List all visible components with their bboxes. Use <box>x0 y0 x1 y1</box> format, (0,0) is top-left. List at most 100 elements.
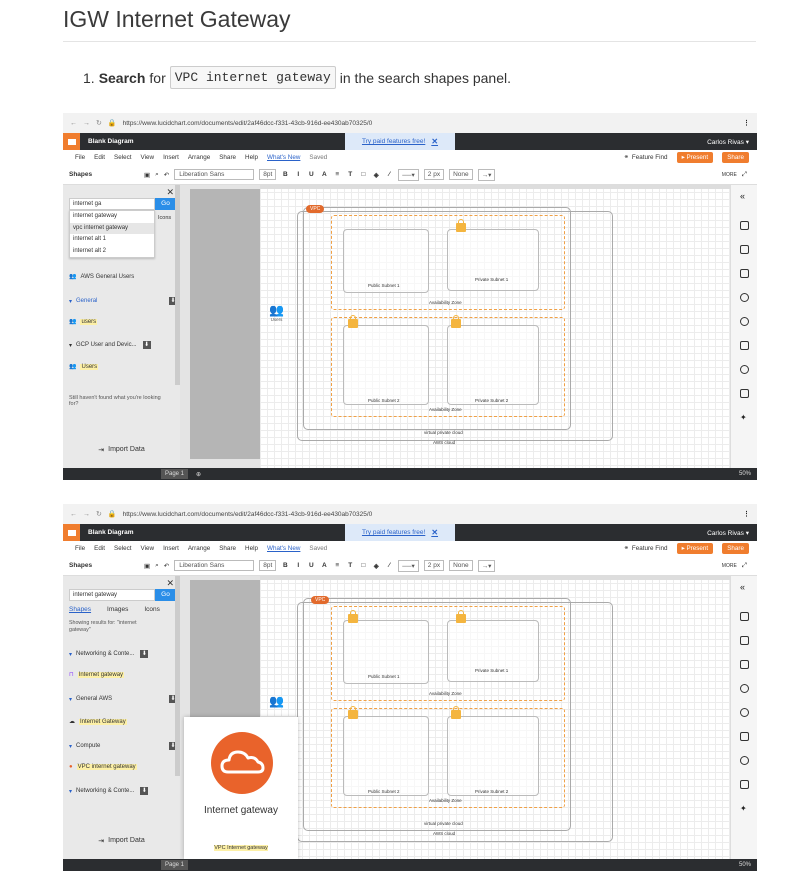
present-button[interactable]: ▸ Present <box>676 152 714 163</box>
line-width-select[interactable]: 2 px <box>423 560 445 571</box>
data-icon[interactable] <box>740 341 749 350</box>
doc-title[interactable]: Blank Diagram <box>88 529 134 536</box>
font-size-select[interactable]: 8pt <box>259 560 277 571</box>
line-style-select[interactable]: ──▾ <box>398 559 419 572</box>
import-data-button[interactable]: ⇥ Import Data <box>63 833 180 848</box>
result-item[interactable]: 👥 AWS General Users <box>69 273 177 281</box>
underline-icon[interactable]: U <box>307 171 315 178</box>
line-width-select[interactable]: 2 px <box>423 169 445 180</box>
comment-icon[interactable] <box>740 245 749 254</box>
search-input[interactable]: internet gateway <box>69 589 155 601</box>
back-icon[interactable]: ← <box>70 120 77 127</box>
menu-help[interactable]: Help <box>245 545 258 552</box>
text-options-icon[interactable]: T <box>346 171 354 178</box>
close-panel-icon[interactable]: ✕ <box>166 187 174 198</box>
menu-view[interactable]: View <box>141 545 155 552</box>
download-icon[interactable]: ⬇ <box>140 650 149 658</box>
doc-title[interactable]: Blank Diagram <box>88 138 134 145</box>
menu-insert[interactable]: Insert <box>163 545 179 552</box>
whats-new-link[interactable]: What's New <box>267 545 300 552</box>
result-item[interactable]: ▾ General ⬇ <box>69 297 177 305</box>
arrow-select[interactable]: →▾ <box>477 168 496 181</box>
private-subnet-2[interactable] <box>447 716 539 796</box>
user-menu[interactable]: Carlos Rivas ▾ <box>707 138 749 146</box>
font-color-icon[interactable]: A <box>320 562 328 569</box>
font-color-icon[interactable]: A <box>320 171 328 178</box>
fill-icon[interactable]: ◈ <box>372 562 380 570</box>
result-item[interactable]: ● VPC internet gateway <box>69 764 177 770</box>
share-button[interactable]: Share <box>722 543 749 554</box>
comment-icon[interactable] <box>740 636 749 645</box>
layers-icon[interactable] <box>740 317 749 326</box>
magic-icon[interactable]: ✦ <box>740 413 749 422</box>
menu-view[interactable]: View <box>141 154 155 161</box>
suggestion-item[interactable]: vpc internet gateway <box>70 222 154 234</box>
reload-icon[interactable]: ↻ <box>96 510 102 518</box>
icons-tab[interactable]: Icons <box>158 215 171 221</box>
url-bar[interactable]: https://www.lucidchart.com/documents/edi… <box>123 120 373 127</box>
font-select[interactable]: Liberation Sans <box>174 560 255 571</box>
result-item[interactable]: 👥 Users <box>69 363 177 370</box>
chat-icon[interactable] <box>740 365 749 374</box>
shield-icon[interactable] <box>740 780 749 789</box>
menu-insert[interactable]: Insert <box>163 154 179 161</box>
fill-icon[interactable]: ◈ <box>372 171 380 179</box>
forward-icon[interactable]: → <box>83 511 90 518</box>
font-select[interactable]: Liberation Sans <box>174 169 255 180</box>
menu-icon[interactable]: ⋮ <box>743 119 750 127</box>
menu-file[interactable]: File <box>75 154 85 161</box>
menu-edit[interactable]: Edit <box>94 545 105 552</box>
promo-banner[interactable]: Try paid features free! ✕ <box>345 133 455 150</box>
lucid-logo-icon[interactable] <box>63 133 80 150</box>
suggestion-item[interactable]: internet gateway <box>70 211 154 223</box>
zoom-level[interactable]: 50% <box>739 862 751 868</box>
close-panel-icon[interactable]: ✕ <box>166 578 174 589</box>
suggestion-item[interactable]: internet alt 1 <box>70 234 154 246</box>
page-tab[interactable]: Page 1 <box>161 469 189 479</box>
tab-images[interactable]: Images <box>107 606 128 613</box>
page-icon[interactable] <box>740 612 749 621</box>
user-menu[interactable]: Carlos Rivas ▾ <box>707 529 749 537</box>
download-icon[interactable]: ⬇ <box>140 787 149 795</box>
whats-new-link[interactable]: What's New <box>267 154 300 161</box>
menu-select[interactable]: Select <box>114 545 132 552</box>
history-icon[interactable] <box>740 293 749 302</box>
reload-icon[interactable]: ↻ <box>96 119 102 127</box>
feature-find-button[interactable]: ⚭ Feature Find <box>624 154 668 161</box>
zoom-level[interactable]: 50% <box>739 471 751 477</box>
text-options-icon[interactable]: T <box>346 562 354 569</box>
result-item[interactable]: ▾ Networking & Conte... ⬇ <box>69 787 177 795</box>
shape-icon[interactable]: □ <box>359 171 367 178</box>
more-button[interactable]: MORE <box>722 563 737 569</box>
endpoint-select[interactable]: None <box>449 169 473 180</box>
lucid-logo-icon[interactable] <box>63 524 80 541</box>
forward-icon[interactable]: → <box>83 120 90 127</box>
magic-icon[interactable]: ✦ <box>740 804 749 813</box>
fullscreen-icon[interactable]: ⤢ <box>742 562 747 570</box>
arrow-select[interactable]: →▾ <box>477 559 496 572</box>
search-input[interactable]: internet ga <box>69 198 155 210</box>
present-button[interactable]: ▸ Present <box>676 543 714 554</box>
menu-edit[interactable]: Edit <box>94 154 105 161</box>
collapse-icon[interactable]: « <box>740 191 749 201</box>
private-subnet-2[interactable] <box>447 325 539 405</box>
line-style-select[interactable]: ──▾ <box>398 168 419 181</box>
collapse-icon[interactable]: « <box>740 582 749 592</box>
promo-banner[interactable]: Try paid features free! ✕ <box>345 524 455 541</box>
align-icon[interactable]: ≡ <box>333 562 341 569</box>
back-icon[interactable]: ← <box>70 511 77 518</box>
result-item[interactable]: ▾ GCP User and Devic... ⬇ <box>69 341 177 349</box>
italic-icon[interactable]: I <box>294 562 302 569</box>
tab-shapes[interactable]: Shapes <box>69 606 91 613</box>
go-button[interactable]: Go <box>155 198 176 210</box>
image-icon[interactable]: ▣ <box>144 562 150 570</box>
shield-icon[interactable] <box>740 389 749 398</box>
bold-icon[interactable]: B <box>281 171 289 178</box>
result-item[interactable]: ☁ Internet Gateway <box>69 718 177 725</box>
undo-icon[interactable]: ↶ <box>164 562 169 570</box>
fullscreen-icon[interactable]: ⤢ <box>742 171 747 179</box>
import-data-button[interactable]: ⇥ Import Data <box>63 442 180 457</box>
result-item[interactable]: 👥 users <box>69 318 177 325</box>
search-icon[interactable]: ⌕ <box>155 171 159 179</box>
close-icon[interactable]: ✕ <box>431 528 438 537</box>
